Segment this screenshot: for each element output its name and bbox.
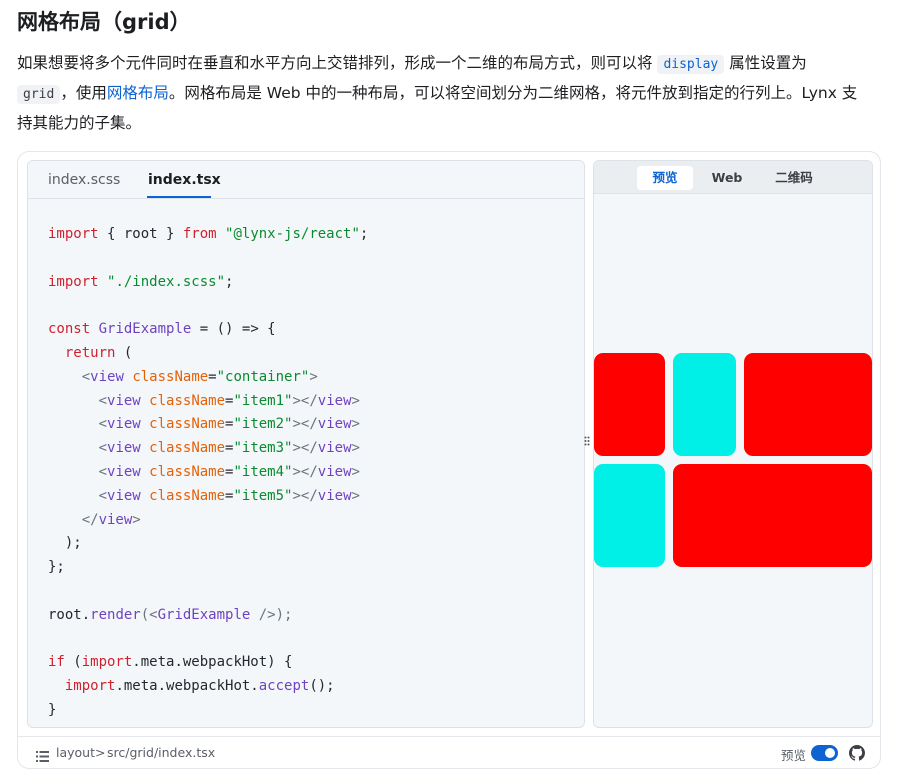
code-line: import "./index.scss"; bbox=[48, 273, 234, 290]
code-example: index.scss index.tsx import { root } fro… bbox=[17, 151, 881, 769]
code-line: import { root } from "@lynx-js/react"; bbox=[48, 226, 369, 242]
intro-text: 。网格布局是 Web 中的一种布局，可以将空间划分为二维网格，将元件放到指定的行… bbox=[168, 84, 858, 102]
code-line: <view className="item4"></view> bbox=[98, 463, 360, 480]
grid-code-chip: grid bbox=[17, 85, 61, 104]
drag-handle-icon[interactable] bbox=[584, 436, 590, 446]
tab-qrcode[interactable]: 二维码 bbox=[764, 166, 824, 190]
code-line: import.meta.webpackHot.accept(); bbox=[64, 678, 335, 695]
preview-toggle-label: 预览 bbox=[781, 748, 807, 763]
tab-web[interactable]: Web bbox=[702, 166, 752, 190]
code-editor: index.scss index.tsx import { root } fro… bbox=[27, 160, 585, 728]
breadcrumb-path: src/grid/index.tsx bbox=[107, 745, 216, 760]
code-content[interactable]: import { root } from "@lynx-js/react"; i… bbox=[48, 223, 368, 723]
list-icon[interactable] bbox=[36, 747, 49, 766]
intro-line-1: 如果想要将多个元件同时在垂直和水平方向上交错排列，形成一个二维的布局方式，则可以… bbox=[17, 49, 883, 79]
display-code-chip: display bbox=[657, 55, 725, 74]
breadcrumb-root[interactable]: layout bbox=[56, 745, 95, 760]
code-line: const GridExample = () => { bbox=[48, 321, 276, 338]
grid-item-1 bbox=[594, 353, 665, 456]
code-line: ); bbox=[48, 535, 82, 552]
grid-item-4 bbox=[594, 464, 665, 567]
intro-text: 属性设置为 bbox=[729, 54, 807, 72]
grid-item-2 bbox=[673, 353, 736, 456]
code-line: <view className="item1"></view> bbox=[98, 392, 360, 409]
editor-tabs: index.scss index.tsx bbox=[28, 161, 584, 199]
tab-preview[interactable]: 预览 bbox=[637, 166, 693, 190]
example-footer: layout > src/grid/index.tsx 预览 bbox=[18, 736, 880, 768]
code-line: <view className="item2"></view> bbox=[98, 416, 360, 433]
grid-item-3 bbox=[744, 353, 872, 456]
tab-index-scss[interactable]: index.scss bbox=[48, 172, 120, 188]
intro-paragraph: 如果想要将多个元件同时在垂直和水平方向上交错排列，形成一个二维的布局方式，则可以… bbox=[17, 49, 883, 138]
code-line: root.render(<GridExample />); bbox=[48, 606, 293, 623]
code-line: }; bbox=[48, 559, 65, 576]
preview-panel: 预览 Web 二维码 bbox=[593, 160, 873, 728]
preview-toggle[interactable] bbox=[811, 745, 838, 761]
preview-tabs: 预览 Web 二维码 bbox=[594, 161, 872, 194]
code-line: if (import.meta.webpackHot) { bbox=[48, 654, 293, 671]
active-tab-indicator bbox=[147, 196, 211, 198]
code-line: <view className="item3"></view> bbox=[98, 440, 360, 457]
code-line: return ( bbox=[64, 344, 133, 361]
intro-line-2: grid ，使用网格布局。网格布局是 Web 中的一种布局，可以将空间划分为二维网… bbox=[17, 79, 883, 109]
grid-layout-link[interactable]: 网格布局 bbox=[107, 84, 169, 102]
intro-line-3: 持其能力的子集。 bbox=[17, 114, 142, 132]
breadcrumb-separator: > bbox=[95, 745, 106, 760]
code-line: } bbox=[48, 701, 57, 718]
code-line: </view> bbox=[81, 511, 141, 528]
grid-item-5 bbox=[673, 464, 872, 567]
code-line: <view className="item5"></view> bbox=[98, 487, 360, 504]
page-title: 网格布局（grid） bbox=[17, 10, 191, 34]
tab-index-tsx[interactable]: index.tsx bbox=[148, 172, 221, 188]
intro-text: ，使用 bbox=[60, 84, 107, 102]
code-line: <view className="container"> bbox=[81, 368, 318, 385]
github-icon[interactable] bbox=[849, 745, 865, 765]
intro-text: 如果想要将多个元件同时在垂直和水平方向上交错排列，形成一个二维的布局方式，则可以… bbox=[17, 54, 653, 72]
